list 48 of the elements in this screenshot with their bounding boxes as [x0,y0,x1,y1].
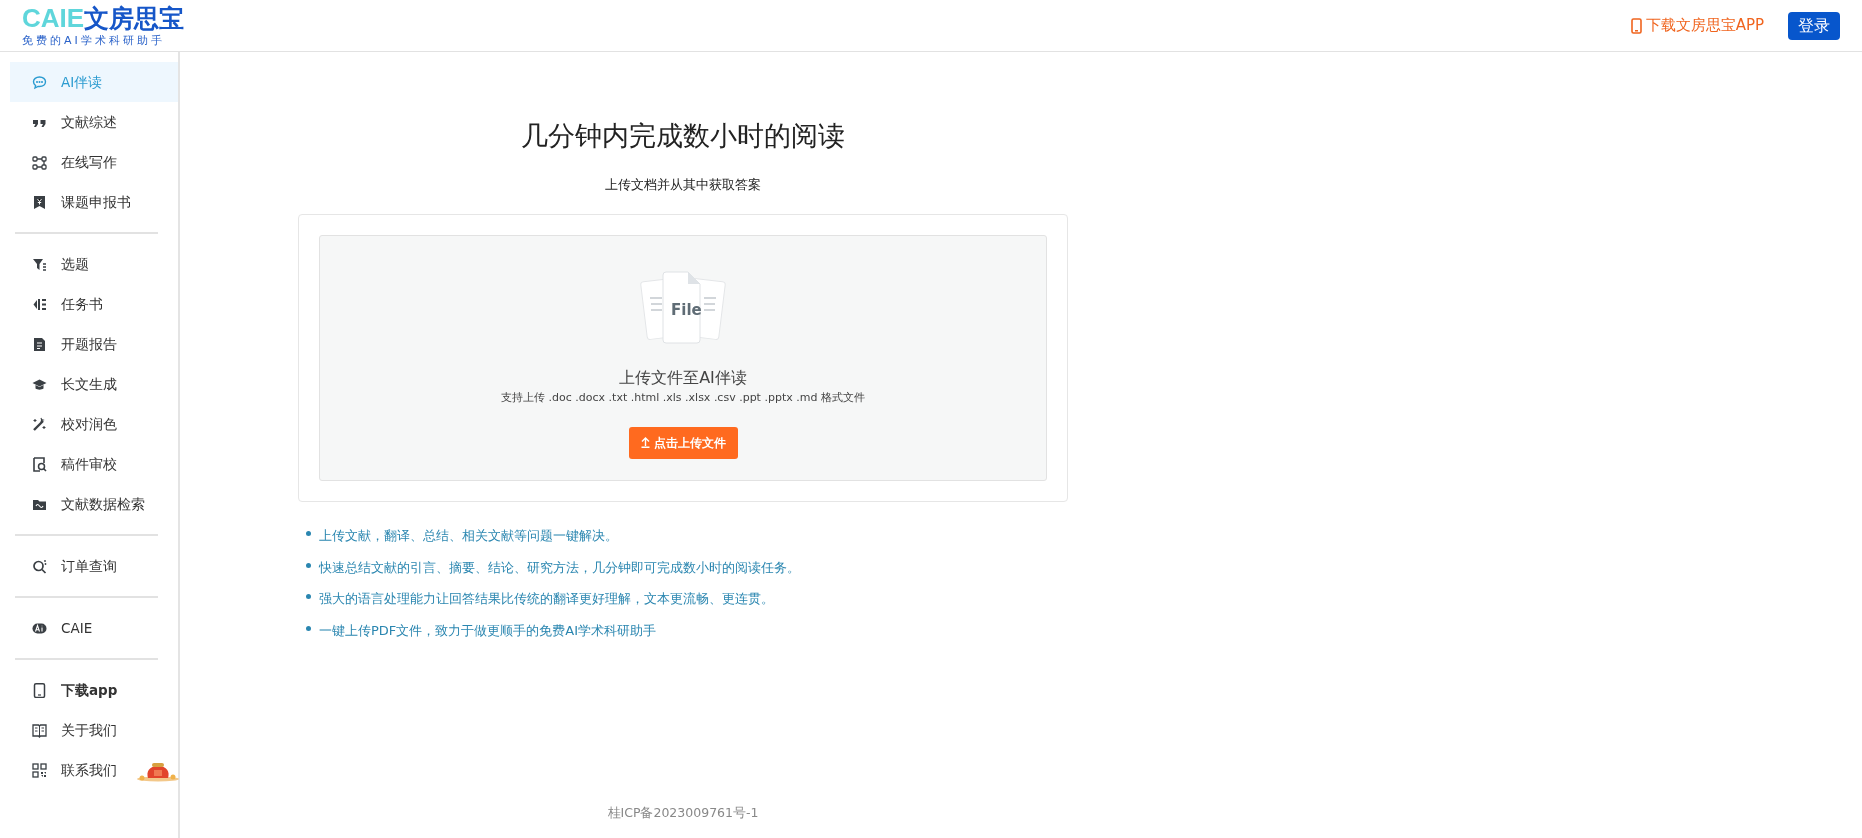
sidebar-item[interactable]: 文献数据检索 [10,484,178,524]
sidebar-item[interactable]: 选题 [10,244,178,284]
bullet-dot [306,531,311,537]
bullet-dot [306,562,311,568]
sidebar-item[interactable]: 开题报告 [10,324,178,364]
sidebar-item[interactable]: 订单查询 [10,546,178,586]
qr-code-icon [32,762,47,778]
sidebar-item[interactable]: 校对润色 [10,404,178,444]
upload-icon [640,437,650,448]
list-indent-icon [32,296,47,312]
upload-heading: 上传文件至AI伴读 [619,367,747,389]
bookmark-icon [32,194,47,210]
page-title: 几分钟内完成数小时的阅读 [521,119,845,153]
phone-icon [32,682,47,698]
sidebar-item[interactable]: 任务书 [10,284,178,324]
filter-icon [32,256,47,272]
page-subtitle: 上传文档并从其中获取答案 [605,175,761,194]
sidebar-item[interactable]: 下载app [10,670,178,710]
supported-formats: 支持上传 .doc .docx .txt .html .xls .xlsx .csv .ppt .pptx .md 格式文件 [501,390,865,406]
feature-text: 一键上传PDF文件，致力于做更顺手的免费AI学术科研助手 [319,622,657,639]
sidebar-item[interactable]: 稿件审校 [10,444,178,484]
sidebar-item[interactable]: CAIE [10,608,178,648]
search-icon [32,558,47,574]
chat-bubble-icon [32,74,47,90]
magic-wand-icon [32,416,47,432]
sidebar-item[interactable]: 课题申报书 [10,182,178,222]
ai-badge-icon [32,620,47,636]
icp-record: 桂ICP备2023009761号-1 [607,805,759,820]
sidebar-item[interactable]: 联系我们 [10,750,178,790]
sidebar-item[interactable]: 关于我们 [10,710,178,750]
bullet-dot [306,626,311,632]
upload-dropzone[interactable]: File 上传文件至AI伴读 支持上传 .doc .docx .txt .html .xls .xlsx .csv .ppt .pptx .md 格式文件 点击上传文件 [319,235,1047,481]
flow-nodes-icon [32,154,47,170]
sidebar-item[interactable]: 在线写作 [10,142,178,182]
phone-icon [1630,17,1642,34]
document-search-icon [32,456,47,472]
feature-text: 快速总结文献的引言、摘要、结论、研究方法，几分钟即可完成数小时的阅读任务。 [319,559,800,576]
feature-text: 强大的语言处理能力让回答结果比传统的翻译更好理解，文本更流畅、更连贯。 [319,591,774,607]
feature-text: 上传文献，翻译、总结、相关文献等问题一键解决。 [319,528,618,544]
sidebar-item[interactable]: 长文生成 [10,364,178,404]
logo-name: 文房思宝 [84,6,185,31]
document-icon [32,336,47,352]
sidebar-item[interactable]: 文献综述 [10,102,178,142]
logo-slogan: 免费的AI学术科研助手 [22,35,166,46]
bullet-dot [306,594,311,600]
logo-mark: CAIE [22,5,85,31]
login-button[interactable]: 登录 [1788,11,1840,40]
open-book-icon [32,722,47,738]
